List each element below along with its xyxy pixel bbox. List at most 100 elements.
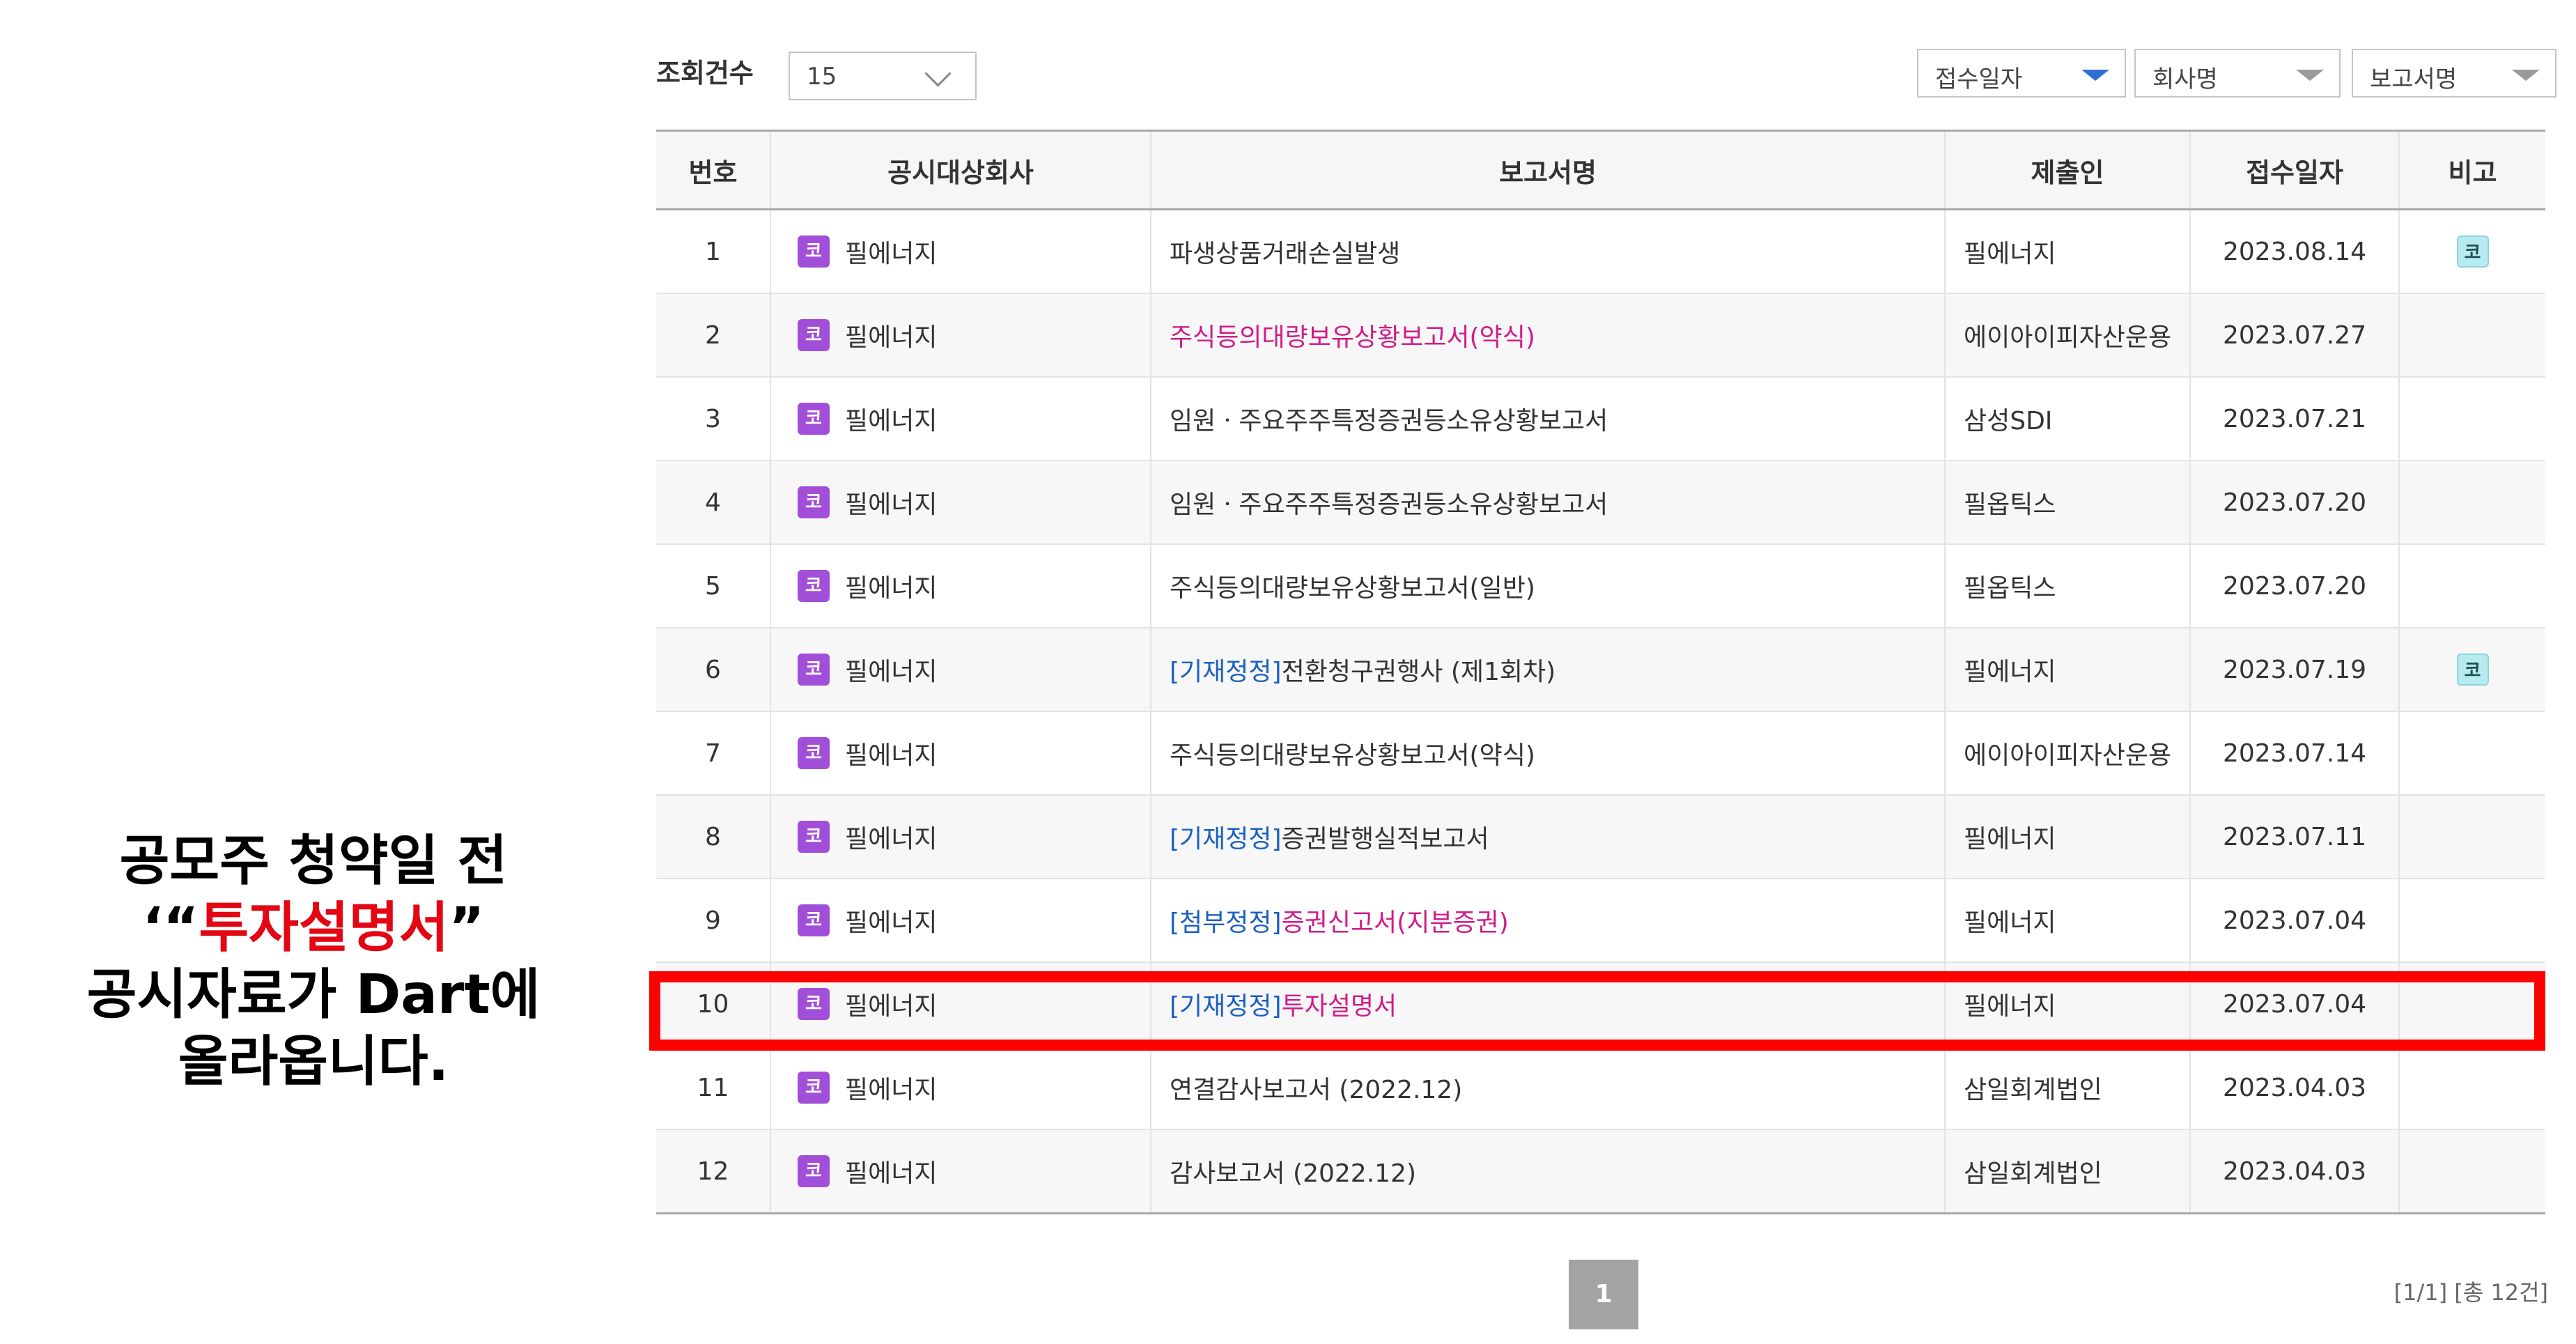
table-header: 번호 공시대상회사 보고서명 제출인 접수일자 비고	[656, 130, 2545, 210]
company-link[interactable]: 필에너지	[845, 992, 937, 1021]
report-cell: 임원ㆍ주요주주특정증권등소유상황보고서	[1150, 377, 1945, 461]
note-cell	[2398, 544, 2545, 628]
table-row: 1 코 필에너지 파생상품거래손실발생 필에너지 2023.08.14 코	[656, 209, 2545, 294]
table-row: 6 코 필에너지 [기재정정]전환청구권행사 (제1회차) 필에너지 2023.07.19…	[656, 628, 2545, 712]
row-number: 1	[656, 209, 770, 294]
company-cell: 코 필에너지	[770, 1129, 1151, 1214]
submitter-cell: 필옵틱스	[1944, 544, 2190, 628]
receipt-date-cell: 2023.08.14	[2189, 209, 2399, 294]
row-number: 10	[656, 962, 770, 1046]
report-amendment-prefix: [기재정정]	[1170, 825, 1282, 853]
report-title: 주식등의대량보유상황보고서(약식)	[1170, 741, 1535, 770]
report-cell: 연결감사보고서 (2022.12)	[1150, 1046, 1945, 1130]
sort-company-select[interactable]: 회사명	[2134, 49, 2341, 98]
page-info: [1/1] [총 12건]	[2393, 1279, 2548, 1306]
report-link[interactable]: [기재정정]증권발행실적보고서	[1170, 825, 1489, 853]
submitter-cell: 필옵틱스	[1944, 461, 2190, 545]
submitter-cell: 삼성SDI	[1944, 377, 2190, 461]
sort-report-select[interactable]: 보고서명	[2352, 49, 2556, 98]
submitter-cell: 필에너지	[1944, 879, 2190, 963]
company-cell: 코 필에너지	[770, 293, 1151, 378]
sort-date-select[interactable]: 접수일자	[1917, 49, 2126, 98]
count-select[interactable]: 15	[789, 52, 977, 100]
report-title: 임원ㆍ주요주주특정증권등소유상황보고서	[1170, 491, 1608, 519]
table-row: 11 코 필에너지 연결감사보고서 (2022.12) 삼일회계법인 2023.04.03	[656, 1046, 2545, 1130]
report-cell: [기재정정]투자설명서	[1150, 962, 1945, 1046]
report-link[interactable]: 주식등의대량보유상황보고서(일반)	[1170, 574, 1535, 603]
header-company: 공시대상회사	[770, 130, 1151, 210]
kosdaq-badge-icon: 코	[798, 486, 830, 518]
row-number: 7	[656, 711, 770, 796]
caption-line-1: 공모주 청약일 전	[119, 830, 508, 893]
sort-date-label: 접수일자	[1935, 65, 2023, 93]
report-amendment-prefix: [첨부정정]	[1170, 909, 1282, 937]
table-row: 9 코 필에너지 [첨부정정]증권신고서(지분증권) 필에너지 2023.07.04	[656, 879, 2545, 963]
report-cell: 임원ㆍ주요주주특정증권등소유상황보고서	[1150, 461, 1945, 545]
report-cell: [첨부정정]증권신고서(지분증권)	[1150, 879, 1945, 963]
report-link[interactable]: [기재정정]투자설명서	[1170, 992, 1397, 1021]
company-cell: 코 필에너지	[770, 1046, 1151, 1130]
receipt-date-cell: 2023.07.04	[2189, 879, 2399, 963]
report-link[interactable]: 임원ㆍ주요주주특정증권등소유상황보고서	[1170, 407, 1608, 435]
kosdaq-note-badge-icon[interactable]: 코	[2456, 654, 2489, 686]
report-cell: [기재정정]전환청구권행사 (제1회차)	[1150, 628, 1945, 712]
report-title: 주식등의대량보유상황보고서(일반)	[1170, 574, 1535, 603]
table-row: 12 코 필에너지 감사보고서 (2022.12) 삼일회계법인 2023.04.03	[656, 1129, 2545, 1214]
kosdaq-badge-icon: 코	[798, 737, 830, 769]
company-link[interactable]: 필에너지	[845, 240, 937, 268]
row-number: 6	[656, 628, 770, 712]
row-number: 8	[656, 795, 770, 879]
table-row: 3 코 필에너지 임원ㆍ주요주주특정증권등소유상황보고서 삼성SDI 2023.07.21	[656, 377, 2545, 461]
company-link[interactable]: 필에너지	[845, 407, 937, 435]
sort-report-label: 보고서명	[2370, 65, 2458, 93]
kosdaq-note-badge-icon[interactable]: 코	[2456, 235, 2489, 268]
company-cell: 코 필에너지	[770, 962, 1151, 1046]
kosdaq-badge-icon: 코	[798, 654, 830, 686]
company-link[interactable]: 필에너지	[845, 741, 937, 770]
caption-line-2: ‘“투자설명서”	[28, 895, 599, 961]
kosdaq-badge-icon: 코	[798, 821, 830, 853]
report-title: 투자설명서	[1281, 992, 1397, 1021]
company-link[interactable]: 필에너지	[845, 658, 937, 686]
report-amendment-prefix: [기재정정]	[1170, 992, 1282, 1021]
company-link[interactable]: 필에너지	[845, 491, 937, 519]
company-link[interactable]: 필에너지	[845, 825, 937, 853]
report-cell: 주식등의대량보유상황보고서(일반)	[1150, 544, 1945, 628]
report-link[interactable]: 파생상품거래손실발생	[1170, 240, 1400, 268]
kosdaq-badge-icon: 코	[798, 904, 830, 936]
submitter-cell: 필에너지	[1944, 628, 2190, 712]
company-cell: 코 필에너지	[770, 879, 1151, 963]
company-link[interactable]: 필에너지	[845, 323, 937, 352]
company-cell: 코 필에너지	[770, 795, 1151, 879]
table-row: 7 코 필에너지 주식등의대량보유상황보고서(약식) 에이아이피자산운용 2023.07.…	[656, 711, 2545, 796]
report-link[interactable]: 임원ㆍ주요주주특정증권등소유상황보고서	[1170, 491, 1608, 519]
submitter-cell: 에이아이피자산운용	[1944, 711, 2190, 796]
receipt-date-cell: 2023.07.20	[2189, 461, 2399, 545]
row-number: 3	[656, 377, 770, 461]
report-link[interactable]: 감사보고서 (2022.12)	[1170, 1159, 1416, 1188]
report-cell: 감사보고서 (2022.12)	[1150, 1129, 1945, 1214]
company-link[interactable]: 필에너지	[845, 1076, 937, 1104]
page-button-1[interactable]: 1	[1569, 1260, 1638, 1329]
company-cell: 코 필에너지	[770, 628, 1151, 712]
table-body: 1 코 필에너지 파생상품거래손실발생 필에너지 2023.08.14 코 2 코 필에너지 주식등…	[656, 209, 2545, 1214]
sort-company-label: 회사명	[2152, 65, 2218, 93]
company-link[interactable]: 필에너지	[845, 574, 937, 603]
report-cell: 주식등의대량보유상황보고서(약식)	[1150, 711, 1945, 796]
note-cell	[2398, 461, 2545, 545]
report-cell: 파생상품거래손실발생	[1150, 209, 1945, 294]
report-link[interactable]: [첨부정정]증권신고서(지분증권)	[1170, 909, 1509, 937]
company-link[interactable]: 필에너지	[845, 1159, 937, 1188]
report-link[interactable]: 연결감사보고서 (2022.12)	[1170, 1076, 1462, 1104]
report-link[interactable]: [기재정정]전환청구권행사 (제1회차)	[1170, 658, 1555, 686]
company-cell: 코 필에너지	[770, 461, 1151, 545]
submitter-cell: 삼일회계법인	[1944, 1129, 2190, 1214]
report-link[interactable]: 주식등의대량보유상황보고서(약식)	[1170, 323, 1535, 352]
report-link[interactable]: 주식등의대량보유상황보고서(약식)	[1170, 741, 1535, 770]
header-number: 번호	[656, 130, 770, 210]
company-cell: 코 필에너지	[770, 209, 1151, 294]
caption-text: 공모주 청약일 전 ‘“투자설명서” 공시자료가 Dart에 올라옵니다.	[28, 828, 599, 1095]
table-row: 10 코 필에너지 [기재정정]투자설명서 필에너지 2023.07.04	[656, 962, 2545, 1046]
caption-line-4: 올라옵니다.	[178, 1030, 449, 1093]
company-link[interactable]: 필에너지	[845, 909, 937, 937]
